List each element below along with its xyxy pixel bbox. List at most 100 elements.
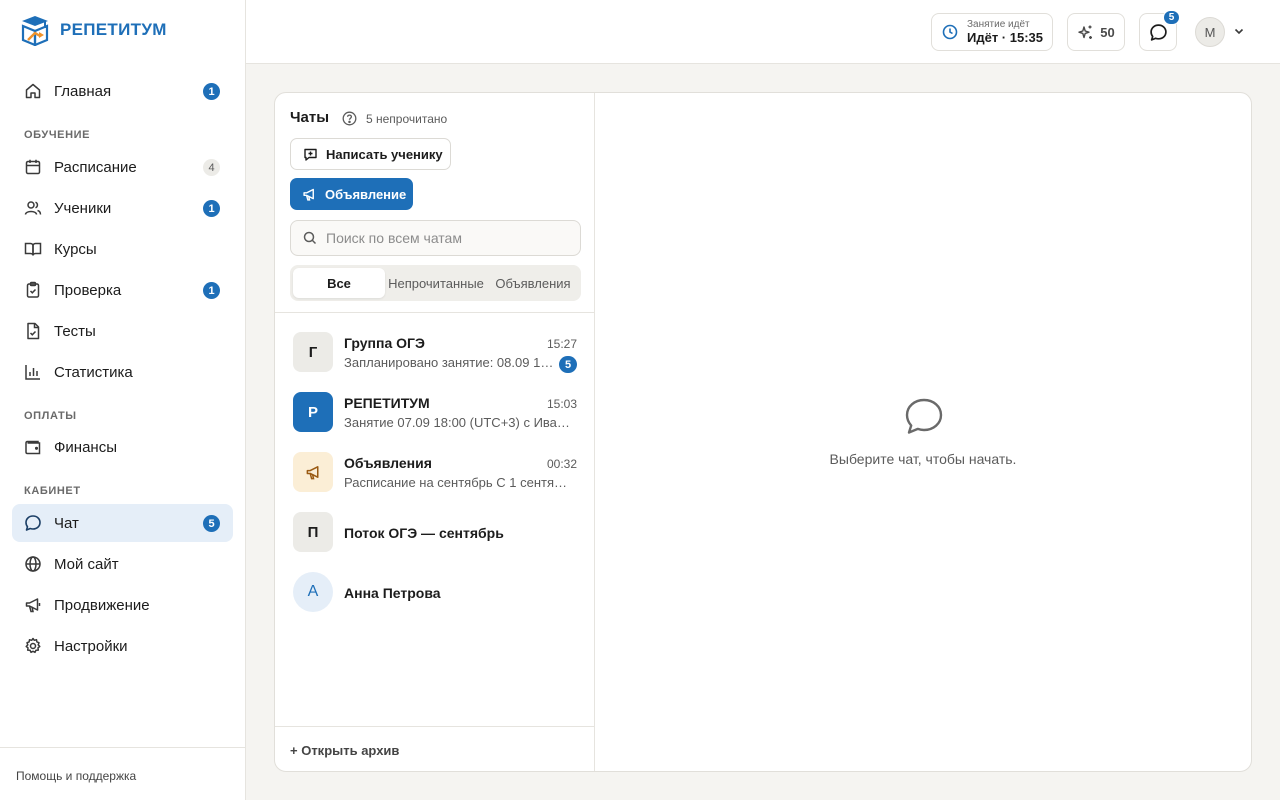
schedule-badge: 4 xyxy=(203,159,220,176)
sidebar-item-label: Расписание xyxy=(54,158,137,176)
clock-icon xyxy=(942,24,958,40)
write-student-button[interactable]: Написать ученику xyxy=(290,138,451,170)
sidebar-item-site[interactable]: Мой сайт xyxy=(12,545,233,583)
messages-badge: 5 xyxy=(1163,10,1180,25)
points-value: 50 xyxy=(1100,24,1115,40)
sidebar-item-home[interactable]: Главная 1 xyxy=(12,72,233,110)
chat-time: 00:32 xyxy=(546,457,577,471)
message-plus-icon xyxy=(304,148,317,161)
sidebar-footer: Помощь и поддержка xyxy=(0,747,245,800)
section-label-cabinet: КАБИНЕТ xyxy=(24,485,81,497)
announcement-button[interactable]: Объявление xyxy=(290,178,413,210)
chat-avatar xyxy=(293,452,333,492)
sidebar-item-students[interactable]: Ученики 1 xyxy=(12,189,233,227)
sidebar-item-label: Статистика xyxy=(54,363,133,381)
open-archive-link[interactable]: + Открыть архив xyxy=(290,743,399,758)
chat-preview: Занятие 07.09 18:00 (UTC+3) с Иваном xyxy=(344,415,574,430)
unread-count: 5 непрочитано xyxy=(366,112,448,126)
sidebar-item-finance[interactable]: Финансы xyxy=(12,428,233,466)
announcement-label: Объявление xyxy=(325,186,407,202)
sidebar-item-label: Проверка xyxy=(54,281,122,299)
sidebar-item-label: Курсы xyxy=(54,240,97,258)
sidebar-item-chat[interactable]: Чат 5 xyxy=(12,504,233,542)
help-circle-icon[interactable] xyxy=(342,111,357,126)
lesson-status-value: Идёт · 15:35 xyxy=(967,29,1043,45)
chat-bubble-icon xyxy=(905,398,943,434)
chat-list-item[interactable]: П Поток ОГЭ — сентябрь xyxy=(275,502,595,562)
home-badge: 1 xyxy=(203,83,220,100)
help-support-link[interactable]: Помощь и поддержка xyxy=(16,769,136,783)
search-icon xyxy=(303,231,317,245)
chat-avatar: Г xyxy=(293,332,333,372)
sidebar: РЕПЕТИТУМ Главная 1 ОБУЧЕНИЕ Расписание … xyxy=(0,0,246,800)
bar-chart-icon xyxy=(24,363,42,381)
students-badge: 1 xyxy=(203,200,220,217)
file-check-icon xyxy=(24,322,42,340)
divider xyxy=(275,312,595,313)
logo[interactable]: РЕПЕТИТУМ xyxy=(20,14,167,46)
divider xyxy=(275,726,595,727)
chat-filter-tabs: Все Непрочитанные Объявления xyxy=(290,265,581,301)
review-badge: 1 xyxy=(203,282,220,299)
gear-icon xyxy=(24,637,42,655)
logo-icon xyxy=(21,16,49,46)
chat-list-item[interactable]: Г Группа ОГЭ 15:27 Запланировано занятие… xyxy=(275,322,595,382)
chat-list-item[interactable]: А Анна Петрова xyxy=(275,562,595,622)
chat-name: Объявления xyxy=(344,455,432,471)
chevron-down-icon[interactable] xyxy=(1233,25,1245,37)
tab-all[interactable]: Все xyxy=(293,268,385,298)
sidebar-item-schedule[interactable]: Расписание 4 xyxy=(12,148,233,186)
sidebar-item-settings[interactable]: Настройки xyxy=(12,627,233,665)
chat-avatar: А xyxy=(293,572,333,612)
sidebar-item-review[interactable]: Проверка 1 xyxy=(12,271,233,309)
section-label-learning: ОБУЧЕНИЕ xyxy=(24,129,91,141)
write-student-label: Написать ученику xyxy=(326,146,443,162)
chat-icon xyxy=(1149,23,1167,41)
calendar-icon xyxy=(24,158,42,176)
megaphone-icon xyxy=(303,188,314,201)
wallet-icon xyxy=(24,438,42,456)
chats-title: Чаты xyxy=(290,109,330,126)
points-button[interactable]: 50 xyxy=(1067,13,1125,51)
chat-name: Анна Петрова xyxy=(344,585,441,601)
messages-button[interactable]: 5 xyxy=(1139,10,1180,51)
lesson-status-button[interactable]: Занятие идёт Идёт · 15:35 xyxy=(931,13,1053,51)
tab-announcements[interactable]: Объявления xyxy=(488,268,578,298)
chat-unread-badge: 5 xyxy=(559,356,577,373)
megaphone-icon xyxy=(24,596,42,614)
topbar: Занятие идёт Идёт · 15:35 50 5 М xyxy=(246,0,1280,64)
users-icon xyxy=(24,199,42,217)
chat-avatar: П xyxy=(293,512,333,552)
chat-list-item[interactable]: Объявления 00:32 Расписание на сентябрь … xyxy=(275,442,595,502)
sparkles-icon xyxy=(1078,25,1093,39)
sidebar-item-label: Чат xyxy=(54,514,79,532)
conversation-empty-state: Выберите чат, чтобы начать. xyxy=(595,93,1251,771)
chat-name: РЕПЕТИТУМ xyxy=(344,395,430,411)
sidebar-item-stats[interactable]: Статистика xyxy=(12,353,233,391)
lesson-status-label: Занятие идёт xyxy=(967,18,1030,30)
avatar[interactable]: М xyxy=(1195,17,1225,47)
chat-time: 15:27 xyxy=(546,337,577,351)
sidebar-item-label: Тесты xyxy=(54,322,96,340)
section-label-payments: ОПЛАТЫ xyxy=(24,410,77,422)
sidebar-item-label: Ученики xyxy=(54,199,112,217)
brand-name: РЕПЕТИТУМ xyxy=(60,20,167,39)
chat-badge: 5 xyxy=(203,515,220,532)
sidebar-item-courses[interactable]: Курсы xyxy=(12,230,233,268)
sidebar-item-label: Настройки xyxy=(54,637,128,655)
sidebar-item-tests[interactable]: Тесты xyxy=(12,312,233,350)
search-placeholder: Поиск по всем чатам xyxy=(326,230,462,246)
search-input[interactable]: Поиск по всем чатам xyxy=(290,220,581,256)
sidebar-item-promo[interactable]: Продвижение xyxy=(12,586,233,624)
chat-list-item[interactable]: Р РЕПЕТИТУМ 15:03 Занятие 07.09 18:00 (U… xyxy=(275,382,595,442)
empty-state-text: Выберите чат, чтобы начать. xyxy=(829,451,1017,467)
chat-preview: Расписание на сентябрь С 1 сентября xyxy=(344,475,574,490)
chat-panel: Чаты 5 непрочитано Написать ученику Объя… xyxy=(274,92,1252,772)
sidebar-item-label: Продвижение xyxy=(54,596,150,614)
chat-time: 15:03 xyxy=(546,397,577,411)
tab-unread[interactable]: Непрочитанные xyxy=(386,268,486,298)
book-icon xyxy=(24,240,42,258)
chat-name: Группа ОГЭ xyxy=(344,335,425,351)
chat-icon xyxy=(24,514,42,532)
chat-avatar: Р xyxy=(293,392,333,432)
